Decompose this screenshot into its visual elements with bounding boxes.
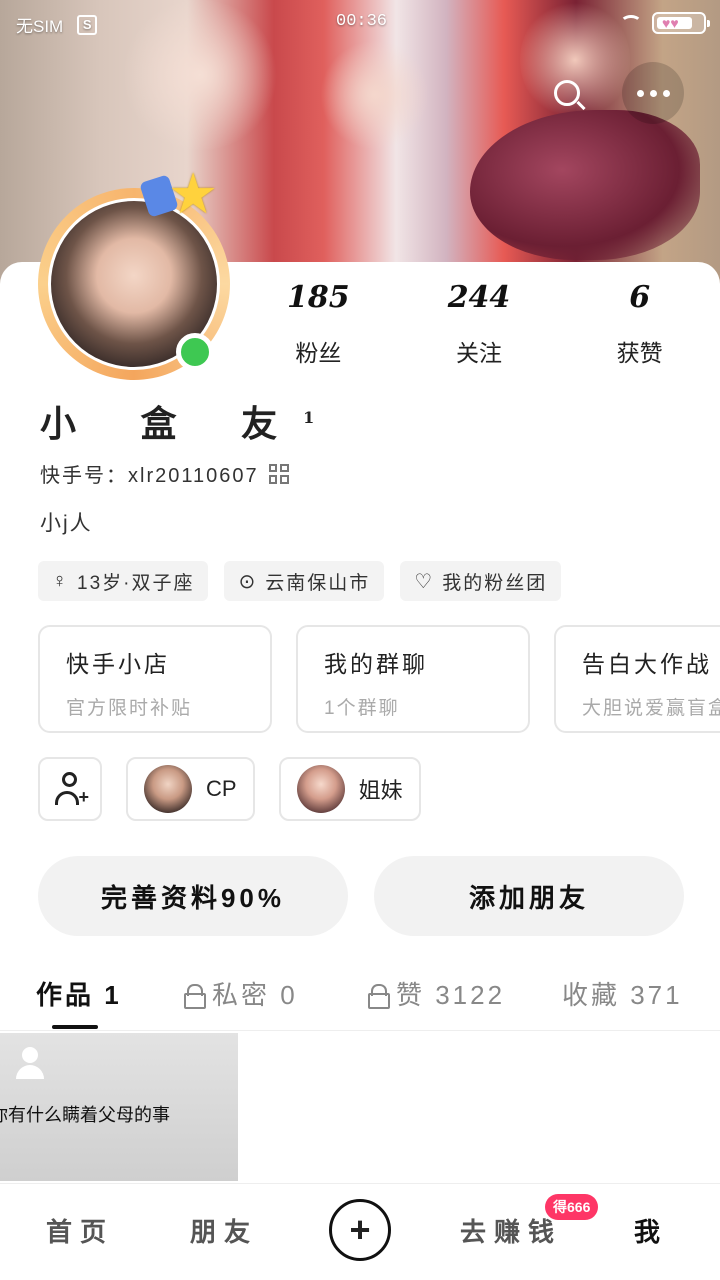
relation-cp[interactable]: CP [126,757,255,821]
stat-label: 获赞 [616,340,663,366]
search-icon [554,80,580,106]
avatar[interactable]: ★ [38,166,230,380]
relation-label: 姐妹 [358,778,403,803]
card-confession-event[interactable]: 告白大作战 大胆说爱赢盲盒 [554,625,720,733]
nickname-text: 小 盒 友 [40,403,304,445]
banner-photo-2 [320,40,430,150]
tab-works[interactable]: 作品 1 [36,975,122,1012]
relation-avatar [296,765,345,813]
tag-fan-group[interactable]: ♡ 我的粉丝团 [400,561,562,601]
tag-label: 我的粉丝团 [442,572,548,594]
more-dots-icon [636,89,670,97]
stat-following[interactable]: 244 关注 [399,280,560,368]
stat-label: 粉丝 [295,340,342,366]
group-users-icon [14,1047,50,1081]
relation-avatar [144,765,192,813]
card-title: 我的群聊 [324,651,428,677]
plus-icon: + [349,1209,371,1250]
wifi-icon [620,15,642,31]
tag-label: 13岁·双子座 [77,572,195,594]
nav-friends[interactable]: 朋友 [190,1212,258,1249]
stat-likes[interactable]: 6 获赞 [559,280,720,368]
nickname: 小 盒 友1 [40,395,314,447]
online-status-dot [176,333,214,371]
kuaishou-id-row[interactable]: 快手号：xlr20110607 [40,459,289,488]
gender-female-icon: ♀ [52,569,69,592]
stat-value: 6 [629,280,651,315]
card-kuaishou-store[interactable]: 快手小店 官方限时补贴 [38,625,272,733]
relation-sisters[interactable]: 姐妹 [278,757,421,821]
location-pin-icon: ⊙ [238,570,258,593]
post-caption: 你有什么瞒着父母的事 [0,1105,170,1125]
tag-label: 云南保山市 [265,572,371,594]
profile-stats: 185 粉丝 244 关注 6 获赞 [238,280,720,368]
tag-location[interactable]: ⊙ 云南保山市 [224,561,385,601]
bio: 小j人 [40,512,93,535]
kuaishou-id: 快手号：xlr20110607 [40,465,259,487]
tab-label: 赞 3122 [396,980,506,1010]
active-tab-indicator [52,1025,98,1029]
stat-fans[interactable]: 185 粉丝 [238,280,399,368]
nav-home[interactable]: 首页 [46,1212,114,1249]
complete-profile-button[interactable]: 完善资料90% [38,856,348,936]
nav-earn[interactable]: 去赚钱 [460,1212,562,1249]
more-button[interactable] [622,62,684,124]
banner-photo-detail [470,110,700,260]
lock-icon [184,983,206,1009]
profile-page: 无SIM S 00:36 ♥♥ ★ 185 粉丝 244 关注 6 获赞 小 盒… [0,0,720,1280]
tag-age-zodiac[interactable]: ♀ 13岁·双子座 [38,561,209,601]
card-group-chats[interactable]: 我的群聊 1个群聊 [296,625,530,733]
heart-icon: ♡ [414,570,435,593]
card-subtitle: 1个群聊 [324,698,400,719]
stat-value: 244 [447,280,511,315]
content-tabs: 作品 1 私密 0 赞 3122 收藏 371 [0,965,720,1031]
s-badge-icon: S [77,14,98,35]
tab-favorites[interactable]: 收藏 371 [562,975,683,1012]
tab-label: 作品 1 [36,980,122,1010]
add-friend-button[interactable]: 添加朋友 [374,856,684,936]
add-person-icon: + [55,772,89,806]
create-post-button[interactable]: + [329,1199,391,1261]
lock-icon [368,983,390,1009]
search-button[interactable] [536,62,598,124]
sim-status: 无SIM [16,17,64,36]
nav-me[interactable]: 我 [634,1212,668,1249]
feature-cards: 快手小店 官方限时补贴 我的群聊 1个群聊 告白大作战 大胆说爱赢盲盒 [38,625,720,733]
tab-liked[interactable]: 赞 3122 [368,975,505,1012]
qr-code-icon[interactable] [268,463,289,484]
battery-heart-icon: ♥♥ [662,15,679,31]
profile-actions: 完善资料90% 添加朋友 [38,856,684,936]
card-title: 快手小店 [66,651,170,677]
card-title: 告白大作战 [582,651,712,677]
profile-tags: ♀ 13岁·双子座 ⊙ 云南保山市 ♡ 我的粉丝团 [38,561,562,601]
relation-label: CP [206,776,237,801]
nickname-suffix: 1 [303,408,315,427]
add-relation-button[interactable]: + [38,757,102,821]
status-bar: 无SIM S 00:36 ♥♥ [0,0,720,44]
earn-badge: 得666 [545,1194,599,1220]
battery-icon: ♥♥ [652,12,710,34]
tab-label: 私密 0 [212,980,298,1010]
tab-label: 收藏 371 [562,980,683,1010]
card-subtitle: 大胆说爱赢盲盒 [582,698,720,719]
card-subtitle: 官方限时补贴 [66,698,193,719]
avatar-sticker-icon: ★ [139,166,230,232]
clock: 00:36 [336,12,388,31]
posts-grid: 你有什么瞒着父母的事 [0,1033,720,1181]
relations-row: + CP 姐妹 [38,757,421,821]
bottom-nav: 首页 朋友 + 去赚钱 得666 我 [0,1183,720,1280]
stat-label: 关注 [456,340,502,366]
stat-value: 185 [287,280,350,315]
tab-private[interactable]: 私密 0 [184,975,298,1012]
post-thumbnail[interactable]: 你有什么瞒着父母的事 [0,1033,238,1181]
